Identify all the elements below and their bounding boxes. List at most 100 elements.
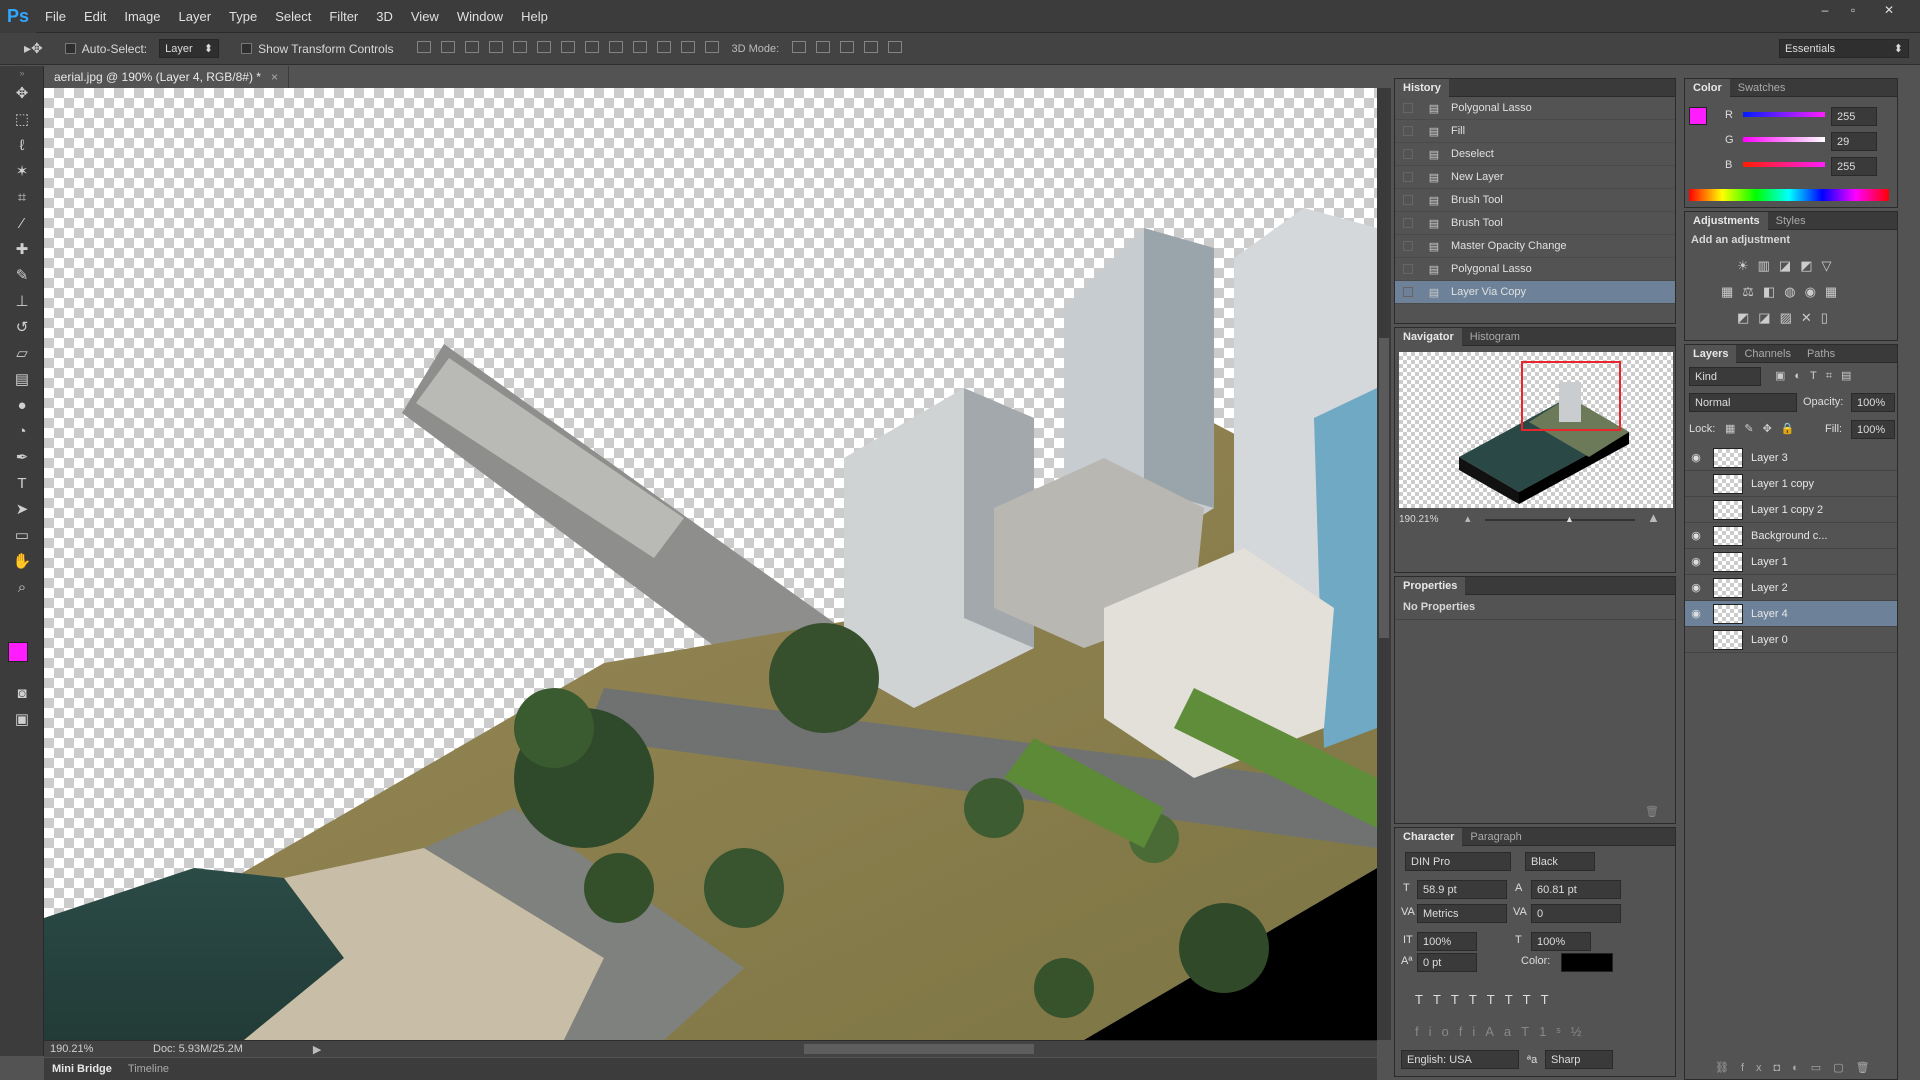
vertical-scale-field[interactable]: 100% (1417, 932, 1477, 951)
tab-styles[interactable]: Styles (1768, 212, 1814, 230)
marquee-tool-icon[interactable]: ⬚ (0, 106, 44, 132)
tracking-field[interactable]: 0 (1531, 904, 1621, 923)
collapse-icon[interactable]: » (0, 66, 44, 80)
menu-filter[interactable]: Filter (320, 0, 367, 33)
zoom-slider[interactable] (1485, 519, 1635, 521)
layer-row[interactable]: Layer 1 copy 2 (1685, 497, 1897, 523)
layer-footer-icons[interactable]: ⛓fx◘◐▭▢🗑 (1715, 1061, 1882, 1074)
pen-tool-icon[interactable]: ✒ (0, 444, 44, 470)
horizontal-scroll-thumb[interactable] (804, 1044, 1034, 1054)
scroll-thumb[interactable] (1379, 338, 1389, 638)
minimize-button[interactable]: – (1812, 0, 1838, 20)
history-item[interactable]: ▤ New Layer (1395, 166, 1675, 189)
text-color-swatch[interactable] (1561, 953, 1613, 972)
history-snapshot-box[interactable] (1403, 287, 1413, 297)
antialias-dropdown[interactable]: Sharp (1545, 1050, 1613, 1069)
font-size-field[interactable]: 58.9 pt (1417, 880, 1507, 899)
maximize-button[interactable]: ▫ (1840, 0, 1866, 20)
adjustment-icons-row3[interactable]: ◩◪▨✕▯ (1737, 310, 1837, 326)
clone-stamp-icon[interactable]: ⊥ (0, 288, 44, 314)
history-snapshot-box[interactable] (1403, 241, 1413, 251)
history-snapshot-box[interactable] (1403, 149, 1413, 159)
zoom-in-icon[interactable]: ▲ (1647, 510, 1660, 525)
path-select-icon[interactable]: ➤ (0, 496, 44, 522)
tab-properties[interactable]: Properties (1395, 576, 1466, 595)
canvas[interactable] (44, 88, 1377, 1040)
visibility-eye-icon[interactable]: ◉ (1685, 607, 1707, 620)
layer-row[interactable]: ◉ Layer 4 (1685, 601, 1897, 627)
tab-channels[interactable]: Channels (1736, 345, 1798, 363)
visibility-eye-icon[interactable]: ◉ (1685, 581, 1707, 594)
tab-color[interactable]: Color (1685, 78, 1730, 97)
hand-tool-icon[interactable]: ✋ (0, 548, 44, 574)
zoom-level[interactable]: 190.21% (50, 1043, 105, 1055)
blur-tool-icon[interactable]: ● (0, 392, 44, 418)
move-tool-icon[interactable]: ▸✥ (24, 40, 43, 57)
3d-mode-icons[interactable] (787, 41, 907, 56)
auto-select-dropdown[interactable]: Layer ⬍ (159, 39, 220, 58)
menu-help[interactable]: Help (512, 0, 557, 33)
history-item[interactable]: ▤ Fill (1395, 120, 1675, 143)
layer-row[interactable]: Layer 1 copy (1685, 471, 1897, 497)
screen-mode-icon[interactable]: ▣ (0, 706, 44, 732)
opentype-buttons[interactable]: fiofiAaT1ˢ½ (1415, 1024, 1592, 1039)
menu-file[interactable]: File (36, 0, 75, 33)
history-item[interactable]: ▤ Layer Via Copy (1395, 281, 1675, 304)
layer-row[interactable]: ◉ Layer 2 (1685, 575, 1897, 601)
adjustment-icons-row2[interactable]: ▦⚖◧◍◉▦ (1721, 284, 1846, 300)
vertical-scrollbar[interactable] (1377, 88, 1391, 1040)
history-snapshot-box[interactable] (1403, 126, 1413, 136)
leading-field[interactable]: 60.81 pt (1531, 880, 1621, 899)
history-snapshot-box[interactable] (1403, 172, 1413, 182)
baseline-field[interactable]: 0 pt (1417, 953, 1477, 972)
foreground-color-swatch[interactable] (8, 642, 28, 662)
font-family-dropdown[interactable]: DIN Pro (1405, 852, 1511, 871)
tab-adjustments[interactable]: Adjustments (1685, 211, 1768, 230)
menu-view[interactable]: View (402, 0, 448, 33)
move-tool-icon[interactable]: ✥ (0, 80, 44, 106)
type-tool-icon[interactable]: T (0, 470, 44, 496)
r-slider[interactable] (1743, 112, 1825, 117)
fill-field[interactable]: 100% (1851, 420, 1895, 439)
zoom-tool-icon[interactable]: ⌕ (0, 574, 44, 600)
magic-wand-icon[interactable]: ✶ (0, 158, 44, 184)
tab-paragraph[interactable]: Paragraph (1462, 828, 1529, 846)
layer-row[interactable]: ◉ Layer 1 (1685, 549, 1897, 575)
history-item[interactable]: ▤ Polygonal Lasso (1395, 258, 1675, 281)
menu-type[interactable]: Type (220, 0, 266, 33)
adjustment-icons-row1[interactable]: ☀▥◪◩▽ (1737, 258, 1841, 274)
layer-row[interactable]: ◉ Background c... (1685, 523, 1897, 549)
navigator-view-box[interactable] (1521, 361, 1621, 431)
visibility-eye-icon[interactable]: ◉ (1685, 529, 1707, 542)
transform-controls-checkbox[interactable] (241, 43, 253, 54)
status-arrow-icon[interactable]: ▶ (313, 1043, 321, 1056)
lock-icons[interactable]: ▦✎✥🔒 (1725, 422, 1804, 435)
visibility-eye-icon[interactable]: ◉ (1685, 555, 1707, 568)
tab-histogram[interactable]: Histogram (1462, 328, 1528, 346)
close-window-button[interactable]: ✕ (1876, 0, 1902, 20)
visibility-eye-icon[interactable]: ◉ (1685, 451, 1707, 464)
tab-navigator[interactable]: Navigator (1395, 327, 1462, 346)
zoom-slider-handle[interactable]: ▲ (1565, 514, 1574, 524)
history-item[interactable]: ▤ Brush Tool (1395, 189, 1675, 212)
tab-mini-bridge[interactable]: Mini Bridge (44, 1063, 120, 1075)
healing-brush-icon[interactable]: ✚ (0, 236, 44, 262)
trash-icon[interactable]: 🗑 (1645, 805, 1659, 818)
history-snapshot-box[interactable] (1403, 195, 1413, 205)
quick-mask-icon[interactable]: ◙ (0, 680, 44, 706)
eyedropper-icon[interactable]: ⁄ (0, 210, 44, 236)
language-dropdown[interactable]: English: USA (1401, 1050, 1519, 1069)
history-snapshot-box[interactable] (1403, 264, 1413, 274)
lasso-tool-icon[interactable]: ℓ (0, 132, 44, 158)
text-style-buttons[interactable]: TTTTTTTT (1415, 992, 1559, 1007)
horizontal-scale-field[interactable]: 100% (1531, 932, 1591, 951)
menu-edit[interactable]: Edit (75, 0, 115, 33)
color-spectrum[interactable] (1689, 189, 1889, 201)
opacity-field[interactable]: 100% (1851, 393, 1895, 412)
menu-layer[interactable]: Layer (170, 0, 221, 33)
g-slider[interactable] (1743, 137, 1825, 142)
tab-swatches[interactable]: Swatches (1730, 79, 1794, 97)
tab-paths[interactable]: Paths (1799, 345, 1843, 363)
tab-character[interactable]: Character (1395, 827, 1463, 846)
menu-window[interactable]: Window (448, 0, 512, 33)
